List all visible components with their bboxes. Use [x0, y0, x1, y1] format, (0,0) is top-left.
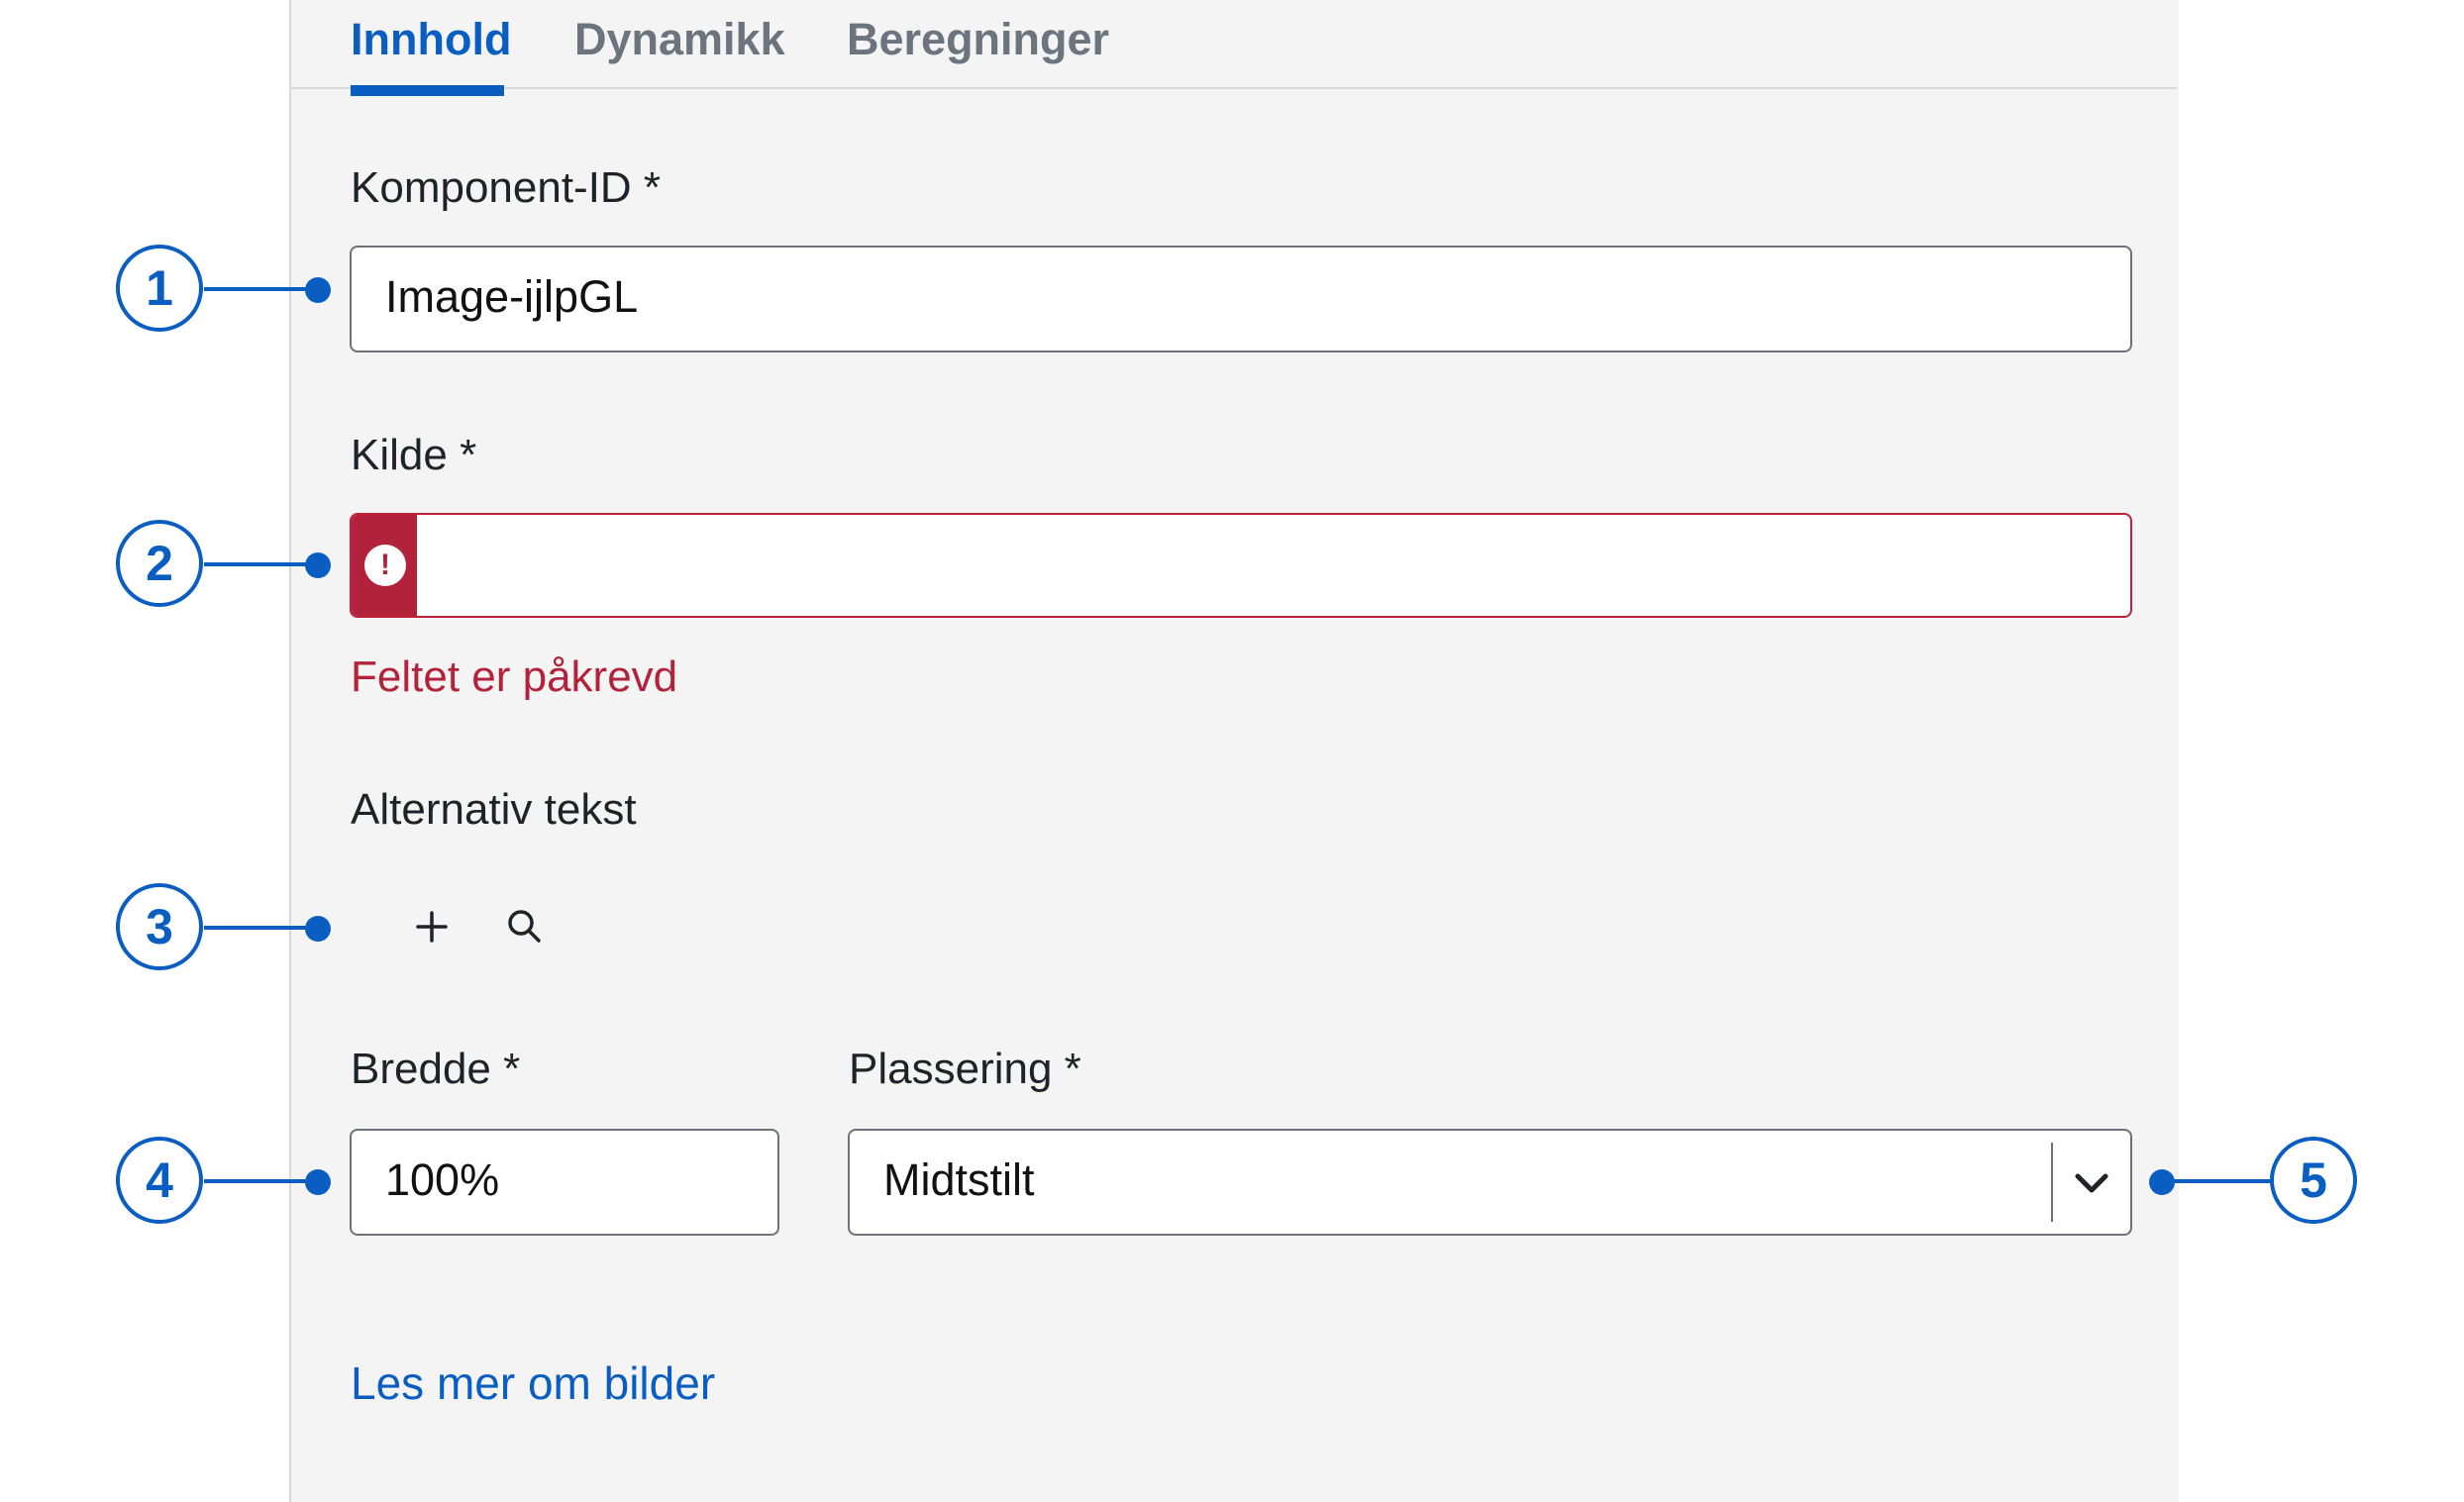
search-icon[interactable] — [497, 899, 553, 954]
width-label: Bredde * — [351, 1045, 521, 1093]
callout-line-1 — [204, 287, 317, 291]
callout-4: 4 — [116, 1137, 203, 1224]
tab-beregninger[interactable]: Beregninger — [847, 8, 1109, 71]
placement-label: Plassering * — [849, 1045, 1081, 1093]
callout-1: 1 — [116, 245, 203, 332]
alt-text-label: Alternativ tekst — [351, 785, 637, 834]
placement-select[interactable]: Midtstilt — [848, 1129, 2132, 1236]
chevron-down-icon[interactable] — [2068, 1154, 2115, 1215]
callout-line-2 — [204, 562, 317, 566]
read-more-link[interactable]: Les mer om bilder — [351, 1353, 715, 1413]
error-icon: ! — [364, 545, 406, 586]
active-tab-indicator — [351, 85, 504, 96]
component-id-input[interactable]: Image-ijlpGL — [350, 246, 2132, 352]
width-value: 100% — [385, 1154, 500, 1205]
width-input[interactable]: 100% — [350, 1129, 779, 1236]
properties-panel — [289, 0, 2179, 1502]
placement-value: Midtstilt — [883, 1154, 1035, 1205]
select-divider — [2051, 1143, 2053, 1222]
callout-3: 3 — [116, 883, 203, 970]
callout-dot-1 — [305, 277, 331, 303]
callout-line-4 — [204, 1179, 317, 1183]
error-indicator: ! — [352, 515, 417, 616]
source-label: Kilde * — [351, 431, 477, 479]
callout-5: 5 — [2270, 1137, 2357, 1224]
callout-dot-2 — [305, 552, 331, 578]
component-id-label: Komponent-ID * — [351, 163, 662, 212]
tab-dynamikk[interactable]: Dynamikk — [574, 8, 785, 71]
source-error-message: Feltet er påkrevd — [351, 652, 678, 701]
callout-dot-5 — [2149, 1169, 2175, 1195]
source-input[interactable]: ! — [350, 513, 2132, 618]
tab-bar — [289, 0, 2177, 89]
callout-line-3 — [204, 926, 317, 930]
component-id-value: Image-ijlpGL — [385, 271, 639, 322]
callout-line-5 — [2165, 1179, 2276, 1183]
tab-innhold[interactable]: Innhold — [351, 8, 511, 71]
plus-icon[interactable] — [404, 899, 460, 954]
callout-dot-3 — [305, 916, 331, 942]
callout-dot-4 — [305, 1169, 331, 1195]
callout-2: 2 — [116, 520, 203, 607]
